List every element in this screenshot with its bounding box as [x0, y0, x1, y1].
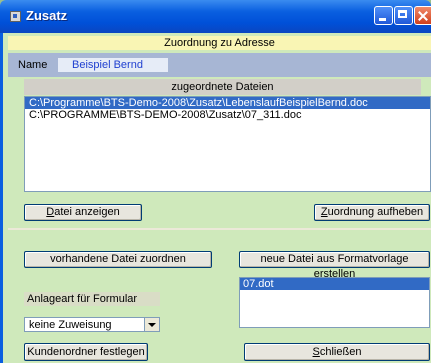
minimize-icon[interactable]	[374, 6, 393, 25]
assigned-files-list[interactable]: C:\Programme\BTS-Demo-2008\Zusatz\Lebens…	[24, 96, 431, 192]
button-label: atei anzeigen	[54, 206, 120, 218]
title-bar[interactable]: Zusatz	[0, 0, 431, 33]
maximize-icon[interactable]	[394, 6, 413, 25]
show-file-button[interactable]: Datei anzeigen	[24, 204, 142, 221]
list-item[interactable]: C:\PROGRAMME\BTS-DEMO-2008\Zusatz\07_311…	[25, 109, 430, 121]
name-row: Name Beispiel Bernd	[8, 53, 431, 77]
assign-existing-file-button[interactable]: vorhandene Datei zuordnen	[24, 251, 212, 268]
close-button[interactable]: Schließen	[244, 343, 430, 361]
template-list[interactable]: 07.dot	[239, 277, 430, 328]
set-customer-folder-button[interactable]: Kundenordner festlegen	[24, 343, 148, 361]
hotkey-letter: S	[312, 346, 320, 358]
app-icon[interactable]	[10, 11, 21, 22]
button-label: chließen	[319, 346, 362, 358]
remove-assignment-button[interactable]: Zuordnung aufheben	[314, 204, 430, 221]
zusatz-window: Zusatz Zuordnung zu Adresse Name Beispie…	[0, 0, 431, 363]
section-title: Zuordnung zu Adresse	[8, 36, 431, 50]
form-type-label: Anlageart für Formular	[24, 292, 160, 306]
new-file-from-template-button[interactable]: neue Datei aus Formatvorlage erstellen	[239, 251, 430, 280]
list-item[interactable]: C:\Programme\BTS-Demo-2008\Zusatz\Lebens…	[25, 97, 430, 109]
hotkey-letter: Z	[320, 206, 328, 218]
chevron-down-icon[interactable]	[144, 318, 159, 331]
list-item[interactable]: 07.dot	[240, 278, 429, 290]
form-type-select[interactable]: keine Zuweisung	[24, 317, 160, 332]
window-title: Zusatz	[26, 8, 68, 23]
name-value: Beispiel Bernd	[72, 59, 143, 71]
close-icon[interactable]	[414, 6, 431, 25]
divider	[8, 228, 431, 230]
button-label: uordnung aufheben	[327, 206, 424, 218]
files-header: zugeordnete Dateien	[24, 79, 421, 95]
name-field: Beispiel Bernd	[58, 58, 168, 72]
form-type-value: keine Zuweisung	[29, 319, 112, 331]
name-label: Name	[18, 59, 48, 71]
